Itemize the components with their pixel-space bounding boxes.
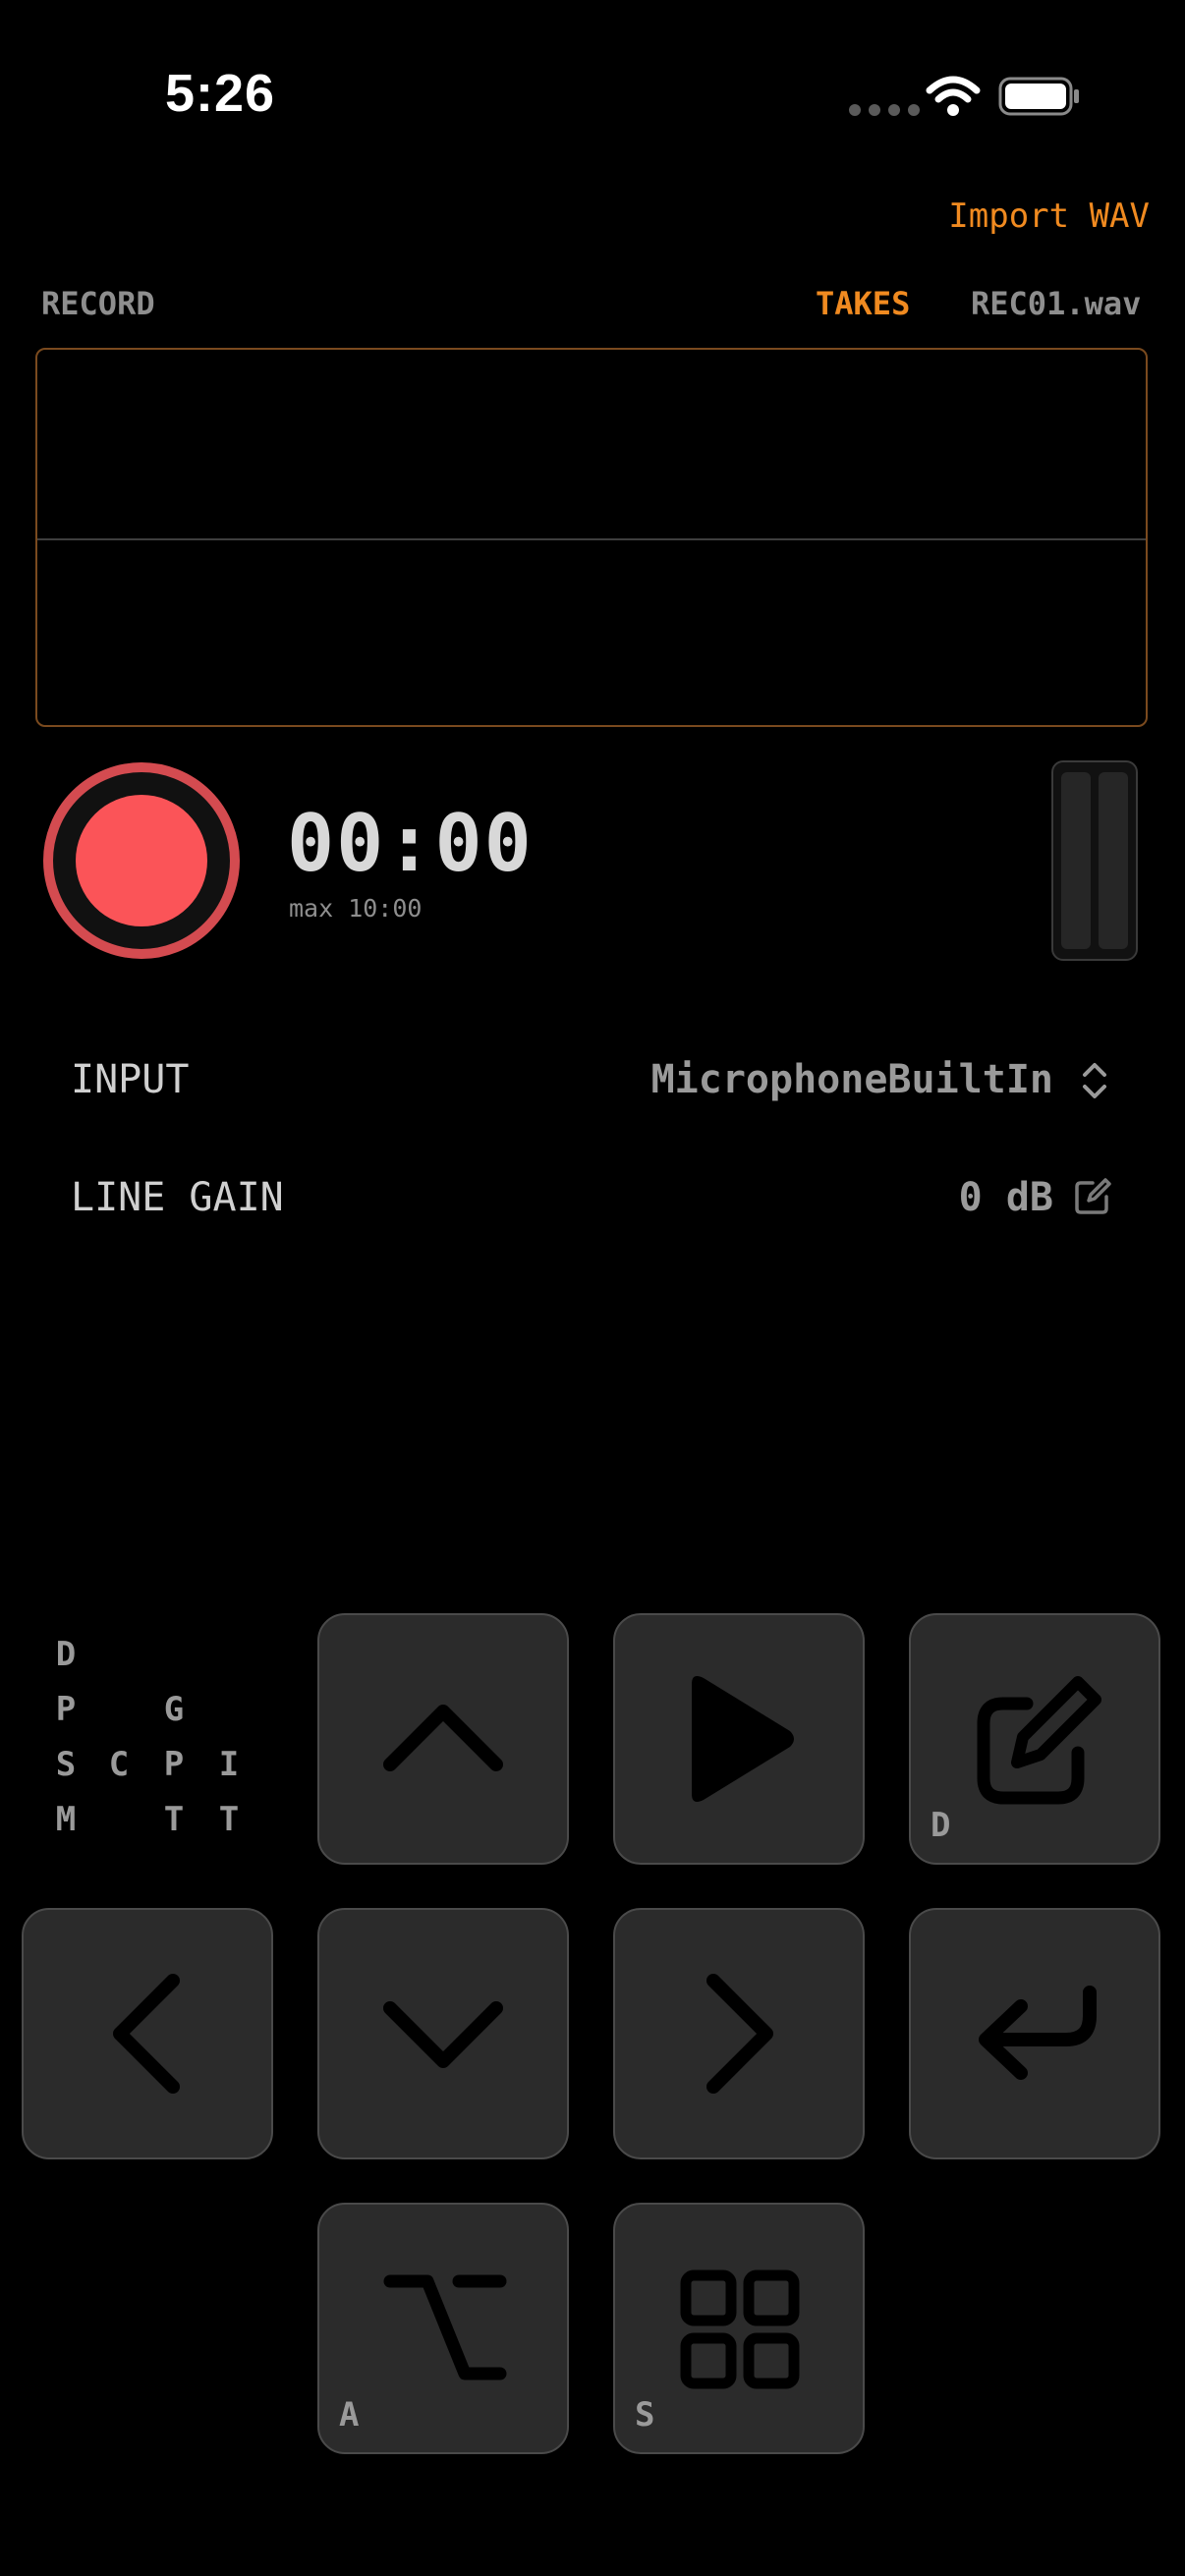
play-key[interactable] bbox=[613, 1613, 865, 1865]
tab-record[interactable]: RECORD bbox=[41, 285, 155, 322]
import-wav-link[interactable]: Import WAV bbox=[948, 196, 1150, 236]
option-key-shortcut: A bbox=[339, 2395, 360, 2435]
option-key[interactable]: A bbox=[317, 2203, 569, 2454]
up-key[interactable] bbox=[317, 1613, 569, 1865]
max-duration-label: max 10:00 bbox=[289, 894, 423, 923]
record-button[interactable] bbox=[43, 762, 240, 959]
edit-key-shortcut: D bbox=[931, 1806, 951, 1845]
input-select[interactable]: MicrophoneBuiltIn bbox=[651, 1057, 1053, 1102]
left-key[interactable] bbox=[22, 1908, 273, 2159]
level-meter-right bbox=[1099, 772, 1128, 949]
grid-key-shortcut: S bbox=[635, 2395, 655, 2435]
level-meter bbox=[1051, 760, 1138, 961]
right-key[interactable] bbox=[613, 1908, 865, 2159]
shortcut-letter: M bbox=[55, 1800, 77, 1839]
play-icon bbox=[692, 1676, 794, 1802]
signal-dots-icon bbox=[849, 104, 920, 116]
record-icon bbox=[76, 795, 207, 926]
line-gain-label: LINE GAIN bbox=[71, 1175, 284, 1220]
battery-icon bbox=[998, 77, 1079, 116]
shortcut-letter: T bbox=[218, 1800, 240, 1839]
shortcut-letter: P bbox=[55, 1690, 77, 1729]
shortcut-letter: T bbox=[163, 1800, 185, 1839]
shortcut-letter: C bbox=[108, 1745, 130, 1784]
wifi-icon bbox=[926, 76, 981, 116]
enter-key[interactable] bbox=[909, 1908, 1160, 2159]
return-icon bbox=[979, 1986, 1097, 2080]
edit-icon[interactable] bbox=[1073, 1177, 1112, 1216]
shortcut-letter: P bbox=[163, 1745, 185, 1784]
chevron-right-icon bbox=[706, 1974, 773, 2094]
chevron-up-down-icon[interactable] bbox=[1077, 1057, 1112, 1104]
waveform-center-line bbox=[37, 538, 1146, 540]
line-gain-value[interactable]: 0 dB bbox=[959, 1175, 1053, 1220]
level-meter-left bbox=[1061, 772, 1091, 949]
chevron-up-icon bbox=[383, 1705, 503, 1771]
chevron-left-icon bbox=[113, 1974, 180, 2094]
input-label: INPUT bbox=[71, 1057, 190, 1102]
edit-key[interactable]: D bbox=[909, 1613, 1160, 1865]
chevron-down-icon bbox=[383, 2001, 503, 2068]
down-key[interactable] bbox=[317, 1908, 569, 2159]
status-time: 5:26 bbox=[165, 64, 276, 123]
record-timer: 00:00 bbox=[287, 798, 534, 889]
shortcut-letter: I bbox=[218, 1745, 240, 1784]
grid-key[interactable]: S bbox=[613, 2203, 865, 2454]
shortcut-letter: S bbox=[55, 1745, 77, 1784]
waveform-display bbox=[35, 348, 1148, 727]
current-file-name[interactable]: REC01.wav bbox=[971, 285, 1141, 322]
tab-takes[interactable]: TAKES bbox=[816, 285, 910, 322]
shortcut-letter: D bbox=[55, 1635, 77, 1674]
shortcut-letter: G bbox=[163, 1690, 185, 1729]
